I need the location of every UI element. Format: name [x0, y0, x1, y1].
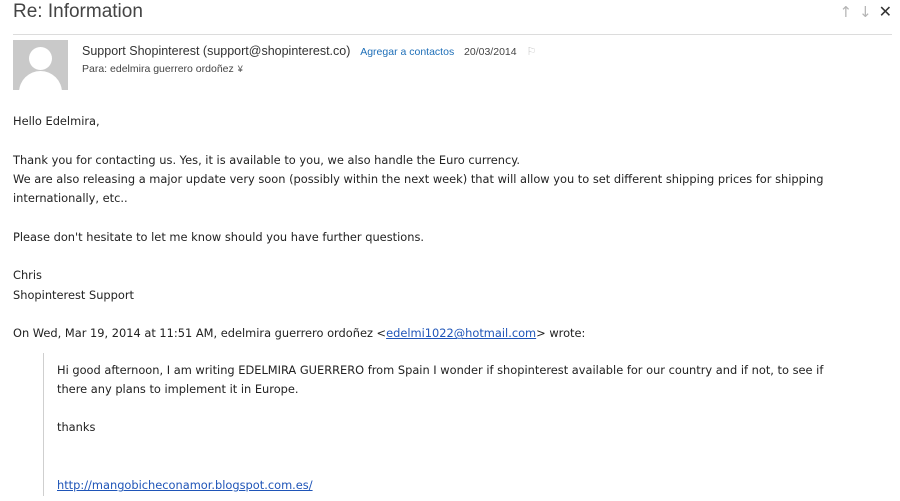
avatar-head-icon [29, 47, 52, 70]
signature-team: Shopinterest Support [13, 287, 134, 302]
sender-avatar [13, 40, 68, 90]
close-icon[interactable]: ✕ [879, 3, 892, 21]
body-paragraph-1: Thank you for contacting us. Yes, it is … [13, 152, 520, 167]
email-subject: Re: Information [13, 1, 143, 22]
sender-line: Support Shopinterest (support@shopintere… [82, 43, 536, 60]
quoted-message: Hi good afternoon, I am writing EDELMIRA… [43, 352, 857, 496]
quoted-text: Hi good afternoon, I am writing EDELMIRA… [57, 362, 824, 396]
signature-name: Chris [13, 268, 42, 283]
recipient-text: Para: edelmira guerrero ordoñez [82, 63, 234, 75]
avatar-body-icon [19, 71, 62, 90]
body-paragraph-1b: We are also releasing a major update ver… [13, 171, 824, 206]
message-nav: ↑ ↓ ✕ [839, 3, 892, 22]
greeting: Hello Edelmira, [13, 114, 100, 128]
flag-icon[interactable]: ⚐ [526, 45, 536, 58]
previous-message-arrow-icon[interactable]: ↑ [839, 3, 852, 21]
body-paragraph-2: Please don't hesitate to let me know sho… [13, 229, 425, 244]
header-divider [13, 34, 892, 35]
quote-intro-suffix: > wrote: [536, 326, 586, 341]
quoted-email-link[interactable]: edelmi1022@hotmail.com [386, 326, 536, 340]
add-to-contacts-link[interactable]: Agregar a contactos [360, 46, 454, 58]
next-message-arrow-icon[interactable]: ↓ [859, 3, 872, 21]
quote-intro-text: On Wed, Mar 19, 2014 at 11:51 AM, edelmi… [13, 326, 387, 341]
quoted-thanks: thanks [57, 420, 96, 435]
sender-name: Support Shopinterest (support@shopintere… [82, 44, 351, 58]
recipient-line: Para: edelmira guerrero ordoñez ¥ [82, 63, 243, 75]
quoted-url-link[interactable]: http://mangobicheconamor.blogspot.com.es… [57, 478, 313, 492]
message-body: Hello Edelmira, Thank you for contacting… [13, 112, 873, 496]
quote-intro: On Wed, Mar 19, 2014 at 11:51 AM, edelmi… [13, 324, 873, 343]
message-date: 20/03/2014 [464, 46, 517, 58]
expand-recipients-icon[interactable]: ¥ [238, 64, 243, 74]
